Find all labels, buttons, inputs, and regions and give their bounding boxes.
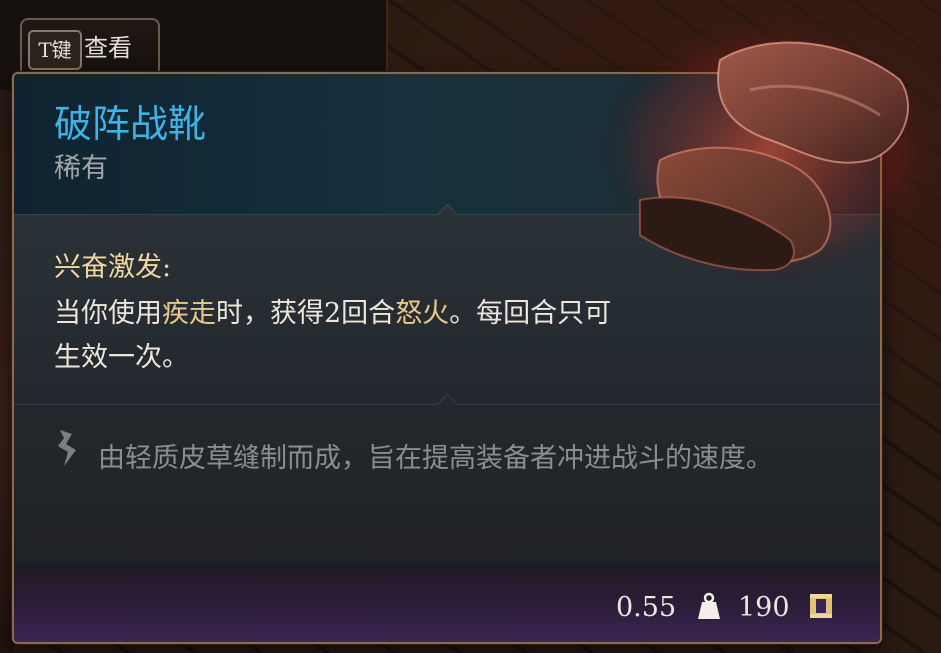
t-key-badge: T键 xyxy=(28,30,82,70)
item-rarity: 稀有 xyxy=(54,153,108,184)
weight-value: 0.55 xyxy=(616,592,677,623)
effect-description: 当你使用疾走时，获得2回合怒火。每回合只可生效一次。 xyxy=(54,298,612,373)
boots-item-icon xyxy=(605,20,930,280)
keyword-dash[interactable]: 疾走 xyxy=(162,298,216,329)
keyword-rage[interactable]: 怒火 xyxy=(395,298,449,329)
price-value: 190 xyxy=(738,592,790,623)
weight-icon xyxy=(698,592,720,619)
gold-coin-icon xyxy=(810,594,832,618)
examine-label: 查看 xyxy=(84,34,132,62)
flavor-text: 由轻质皮草缝制而成，旨在提高装备者冲进战斗的速度。 xyxy=(98,443,773,474)
tooltip-flavor-section xyxy=(14,404,880,564)
effect-title: 兴奋激发: xyxy=(54,252,172,283)
game-scene-background: T键 查看 破阵战靴 稀有 兴奋激发: 当你使用疾走时，获得2回合怒火。每回合只… xyxy=(0,0,941,653)
item-name: 破阵战靴 xyxy=(54,102,207,146)
quill-icon xyxy=(58,430,76,466)
